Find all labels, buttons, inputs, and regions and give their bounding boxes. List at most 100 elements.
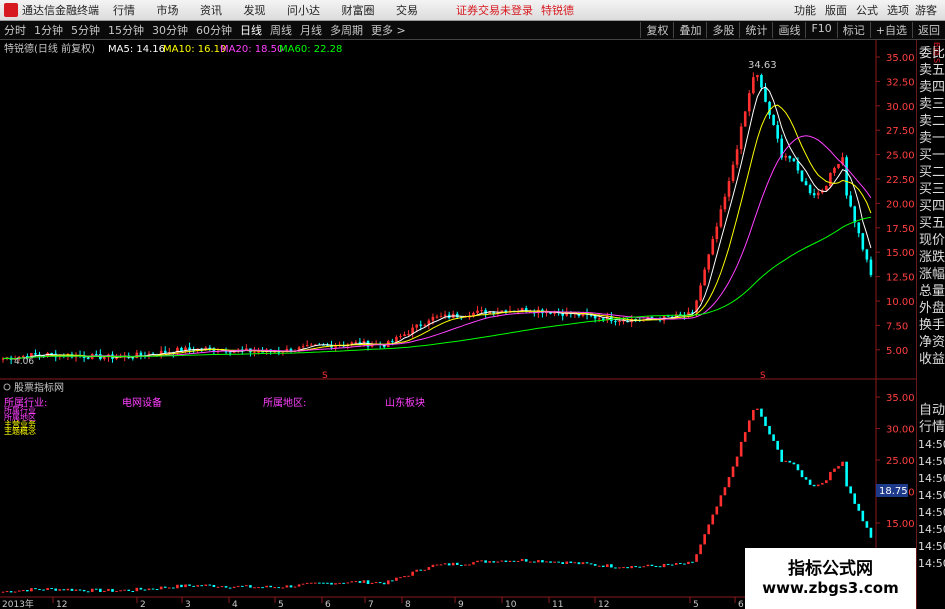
sub-candle <box>569 561 573 564</box>
sub-candle <box>687 561 690 565</box>
y-tick-label: 12.50 <box>886 273 915 284</box>
sub-candle <box>472 562 475 565</box>
sub-candle <box>354 581 358 583</box>
y-tick-label: 20.00 <box>886 199 915 210</box>
sub-candle <box>281 587 285 589</box>
sub-candle <box>451 562 455 566</box>
sub-candle <box>74 589 78 591</box>
sub-candle <box>42 589 45 591</box>
x-month-label: 7 <box>368 600 374 609</box>
y-tick-label: 10.00 <box>886 297 915 308</box>
sub-candle <box>212 585 216 588</box>
sub-candle <box>78 589 82 591</box>
sub-candle <box>419 569 423 571</box>
x-year-label: 2013年 <box>2 598 34 609</box>
candle-body <box>699 285 702 301</box>
sub-candle <box>488 561 491 563</box>
sub-candle <box>618 567 621 569</box>
sub-candle <box>407 575 410 577</box>
sub-candle <box>240 585 244 587</box>
sub-candle <box>395 577 398 581</box>
sidebar-item: 换手 <box>918 318 945 333</box>
sub-candle <box>220 586 224 588</box>
sub-candle <box>431 564 435 568</box>
candle-body <box>309 344 313 346</box>
sidebar-item: 14:50 <box>918 455 945 468</box>
candle-body <box>480 310 483 312</box>
candle-body <box>399 336 402 338</box>
candle-body <box>403 334 406 337</box>
y-tick-label: 32.50 <box>886 77 915 88</box>
sidebar-item: 收益 <box>918 352 945 367</box>
sub-candle <box>829 471 832 481</box>
sub-candle <box>715 506 719 515</box>
candle-body <box>845 157 848 196</box>
sub-candle <box>115 590 118 592</box>
sub-candle <box>666 563 670 565</box>
candle-body <box>139 352 143 356</box>
sub-candle <box>768 425 771 435</box>
sub-candle <box>326 582 329 584</box>
y-tick-label: 5.00 <box>886 346 908 357</box>
sub-candle <box>585 562 589 564</box>
candle-body <box>715 226 719 240</box>
sub-candle <box>800 470 804 478</box>
candle-body <box>103 357 106 360</box>
sidebar-item: 14:50 <box>918 540 945 553</box>
candle-body <box>476 310 479 313</box>
sub-candle <box>366 580 370 585</box>
sidebar-item: 净资 <box>918 335 945 350</box>
ma5-label: MA5: 14.16 <box>108 44 165 55</box>
candle-body <box>707 254 711 270</box>
sub-candle <box>679 563 682 565</box>
sidebar-item: 卖四 <box>918 80 945 95</box>
sidebar-item: 自动 <box>918 403 945 418</box>
sub-y-axis: 35.0030.0025.0020.0015.00 <box>876 393 915 530</box>
sidebar-item: 总量 <box>918 284 945 299</box>
sub-candle <box>695 554 698 562</box>
kline-chart[interactable]: 特锐德(日线 前复权) MA5: 14.16 MA10: 16.19 MA20:… <box>0 0 945 609</box>
sub-candle <box>796 464 800 471</box>
sub-candle <box>861 510 865 522</box>
sub-candle <box>812 484 816 487</box>
sub-candles <box>1 408 873 593</box>
candle-body <box>784 155 788 158</box>
sub-candle <box>841 461 844 467</box>
sub-candle <box>338 582 341 584</box>
sub-candle <box>208 584 212 586</box>
sub-candle <box>500 560 504 562</box>
candle-body <box>731 164 735 181</box>
x-month-label: 9 <box>458 600 464 609</box>
sub-candle <box>342 582 345 584</box>
sub-candle <box>135 587 139 592</box>
sub-candle <box>597 565 601 567</box>
sub-candle <box>455 562 459 565</box>
candle-body <box>50 352 53 354</box>
sub-candle <box>630 566 633 569</box>
sub-candle <box>289 585 293 588</box>
watermark-title: 指标公式网 <box>788 559 873 579</box>
x-month-label: 6 <box>325 600 331 609</box>
y-tick-label: 17.50 <box>886 224 915 235</box>
ma20-line <box>2 135 872 360</box>
sub-candle <box>820 483 824 485</box>
sidebar-item: 卖一 <box>918 131 945 146</box>
candle-body <box>301 346 305 348</box>
sub-candle <box>131 590 135 592</box>
sub-candle <box>670 564 674 566</box>
sub-candle <box>374 582 378 584</box>
sub-y-tick-label: 15.00 <box>886 519 915 530</box>
candle-body <box>614 321 617 323</box>
sub-candle <box>269 585 272 588</box>
sub-candle <box>330 582 333 585</box>
sidebar-item: 委比 <box>918 46 945 61</box>
sub-candle <box>99 588 102 593</box>
sub-candle <box>107 588 110 591</box>
sub-candle <box>735 456 739 467</box>
sub-candle <box>163 586 167 588</box>
sub-candle <box>228 587 232 589</box>
sidebar-item: 买三 <box>918 182 945 197</box>
sub-candle <box>654 565 658 567</box>
sub-candle <box>739 441 743 457</box>
sub-candle <box>622 567 625 569</box>
